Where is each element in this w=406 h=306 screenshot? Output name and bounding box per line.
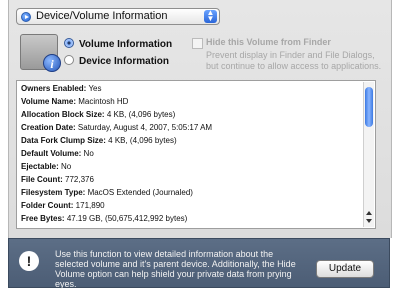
updown-arrows-icon: ▲ ▼ — [204, 9, 217, 23]
vertical-scrollbar[interactable] — [363, 82, 374, 227]
list-item: Owners Enabled: Yes — [21, 84, 102, 93]
radio-label: Device Information — [79, 56, 170, 67]
exclamation-icon: ! — [19, 251, 39, 271]
list-item: Default Volume: No — [21, 149, 94, 158]
list-item: Creation Date: Saturday, August 4, 2007,… — [21, 123, 213, 132]
drive-info-icon: i — [20, 34, 61, 72]
radio-device-information[interactable]: Device Information — [64, 55, 169, 67]
hide-volume-title: Hide this Volume from Finder — [206, 37, 331, 47]
radio-dot-selected[interactable] — [64, 38, 74, 48]
update-button[interactable]: Update — [316, 260, 374, 278]
list-item: Data Fork Clump Size: 4 KB, (4,096 bytes… — [21, 136, 177, 145]
info-list[interactable]: Owners Enabled: Yes Volume Name: Macinto… — [16, 80, 376, 229]
radio-volume-information[interactable]: Volume Information — [64, 38, 172, 50]
play-icon — [21, 12, 31, 22]
list-item: Folder Count: 171,890 — [21, 201, 105, 210]
popup-label: Device/Volume Information — [36, 10, 168, 22]
list-item: Free Bytes: 47.19 GB, (50,675,412,992 by… — [21, 214, 188, 223]
hide-volume-description: Prevent display in Finder and File Dialo… — [206, 50, 382, 71]
list-item: Volume Name: Macintosh HD — [21, 97, 129, 106]
footer-bar: ! Use this function to view detailed inf… — [8, 238, 390, 289]
list-item: Filesystem Type: MacOS Extended (Journal… — [21, 188, 193, 197]
footer-message: Use this function to view detailed infor… — [55, 249, 296, 289]
hide-volume-checkbox[interactable] — [192, 38, 203, 49]
scroll-thumb[interactable] — [365, 87, 373, 127]
list-item: Allocation Block Size: 4 KB, (4,096 byte… — [21, 110, 176, 119]
list-item: File Count: 772,376 — [21, 175, 94, 184]
scroll-up-arrow-icon[interactable] — [366, 211, 372, 215]
radio-dot[interactable] — [64, 55, 74, 65]
radio-label: Volume Information — [79, 39, 173, 50]
info-icon: i — [43, 54, 61, 72]
scroll-down-arrow-icon[interactable] — [366, 219, 372, 223]
list-item: Ejectable: No — [21, 162, 72, 171]
info-type-popup[interactable]: Device/Volume Information ▲ ▼ — [16, 8, 220, 25]
